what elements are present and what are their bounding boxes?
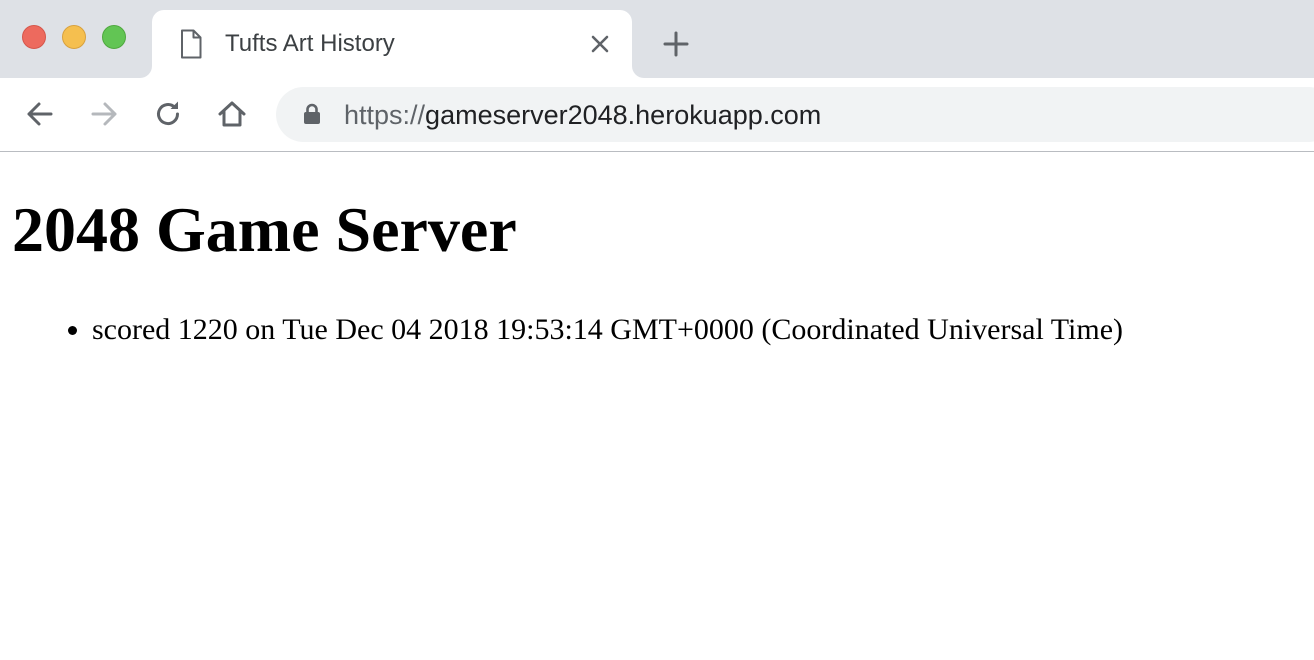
tab-strip: Tufts Art History bbox=[0, 0, 1314, 78]
forward-arrow-icon[interactable] bbox=[88, 98, 120, 130]
browser-toolbar: https://gameserver2048.herokuapp.com bbox=[0, 78, 1314, 152]
score-list-item: scored 1220 on Tue Dec 04 2018 19:53:14 … bbox=[92, 308, 1123, 352]
url-host: gameserver2048.herokuapp.com bbox=[425, 100, 822, 130]
page-icon bbox=[181, 29, 202, 59]
url-scheme: https:// bbox=[344, 100, 426, 130]
url-text[interactable]: https://gameserver2048.herokuapp.com bbox=[344, 98, 821, 132]
tab-title: Tufts Art History bbox=[225, 30, 395, 57]
page-title: 2048 Game Server bbox=[12, 194, 517, 265]
page-content: 2048 Game Server scored 1220 on Tue Dec … bbox=[0, 152, 1314, 660]
address-bar[interactable]: https://gameserver2048.herokuapp.com bbox=[276, 87, 1314, 142]
score-list: scored 1220 on Tue Dec 04 2018 19:53:14 … bbox=[0, 308, 1123, 352]
window-maximize-button[interactable] bbox=[102, 25, 126, 49]
reload-icon[interactable] bbox=[152, 98, 184, 130]
plus-icon[interactable] bbox=[662, 30, 690, 58]
close-icon[interactable] bbox=[588, 32, 612, 56]
back-arrow-icon[interactable] bbox=[24, 98, 56, 130]
home-icon[interactable] bbox=[216, 98, 248, 130]
window-close-button[interactable] bbox=[22, 25, 46, 49]
window-minimize-button[interactable] bbox=[62, 25, 86, 49]
lock-icon bbox=[304, 103, 320, 124]
active-tab[interactable]: Tufts Art History bbox=[152, 10, 632, 78]
